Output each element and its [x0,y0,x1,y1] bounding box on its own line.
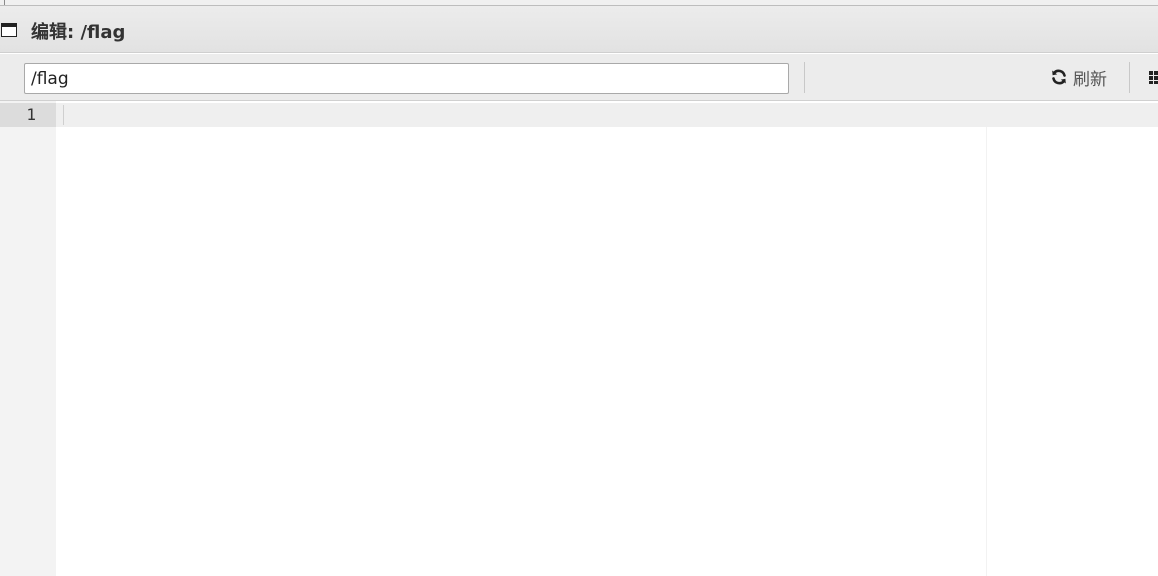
toolbar-separator [804,62,805,93]
line-number: 1 [26,105,36,124]
top-strip-divider [4,0,5,5]
refresh-label: 刷新 [1073,69,1107,90]
refresh-icon [1050,68,1068,86]
refresh-button[interactable]: 刷新 [1050,63,1107,91]
print-margin [986,127,987,576]
file-path-input[interactable] [24,63,789,94]
editor-toolbar: 刷新 [0,54,1158,101]
line-number-gutter [0,101,56,576]
grid-icon[interactable] [1149,70,1158,84]
window-icon [1,23,17,37]
window-title: 编辑: /flag [31,22,126,43]
window-titlebar: 编辑: /flag [0,6,1158,53]
toolbar-separator [1129,62,1130,93]
text-cursor [63,105,64,125]
code-editor[interactable]: 1 [0,101,1158,576]
active-line-highlight [0,103,1158,127]
